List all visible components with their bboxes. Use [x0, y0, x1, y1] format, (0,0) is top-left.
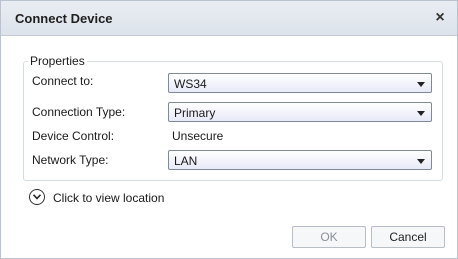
- dialog-title: Connect Device: [15, 11, 113, 26]
- network-type-value: LAN: [174, 154, 198, 168]
- properties-group-title: Properties: [28, 54, 87, 68]
- dropdown-arrow-icon: [417, 82, 425, 87]
- connection-type-value: Primary: [174, 106, 216, 120]
- dropdown-arrow-icon: [417, 111, 425, 116]
- view-location-label: Click to view location: [53, 191, 165, 205]
- cancel-button[interactable]: Cancel: [371, 226, 445, 248]
- connection-type-label: Connection Type:: [32, 105, 126, 119]
- network-type-label: Network Type:: [32, 153, 109, 167]
- title-bar: Connect Device ×: [1, 1, 457, 36]
- close-icon[interactable]: ×: [431, 9, 449, 27]
- device-control-value: Unsecure: [172, 129, 224, 143]
- network-type-dropdown[interactable]: LAN: [168, 150, 432, 170]
- connect-to-label: Connect to:: [32, 74, 94, 88]
- connect-device-dialog: Connect Device × Properties Connect to: …: [0, 0, 458, 259]
- connection-type-dropdown[interactable]: Primary: [168, 102, 432, 122]
- properties-group: Properties Connect to: WS34 Connection T…: [23, 54, 443, 181]
- connect-to-value: WS34: [174, 77, 207, 91]
- dropdown-arrow-icon: [417, 159, 425, 164]
- connect-to-dropdown[interactable]: WS34: [168, 73, 432, 93]
- ok-button[interactable]: OK: [292, 226, 366, 248]
- device-control-label: Device Control:: [32, 129, 115, 143]
- chevron-down-circle-icon: [29, 189, 45, 205]
